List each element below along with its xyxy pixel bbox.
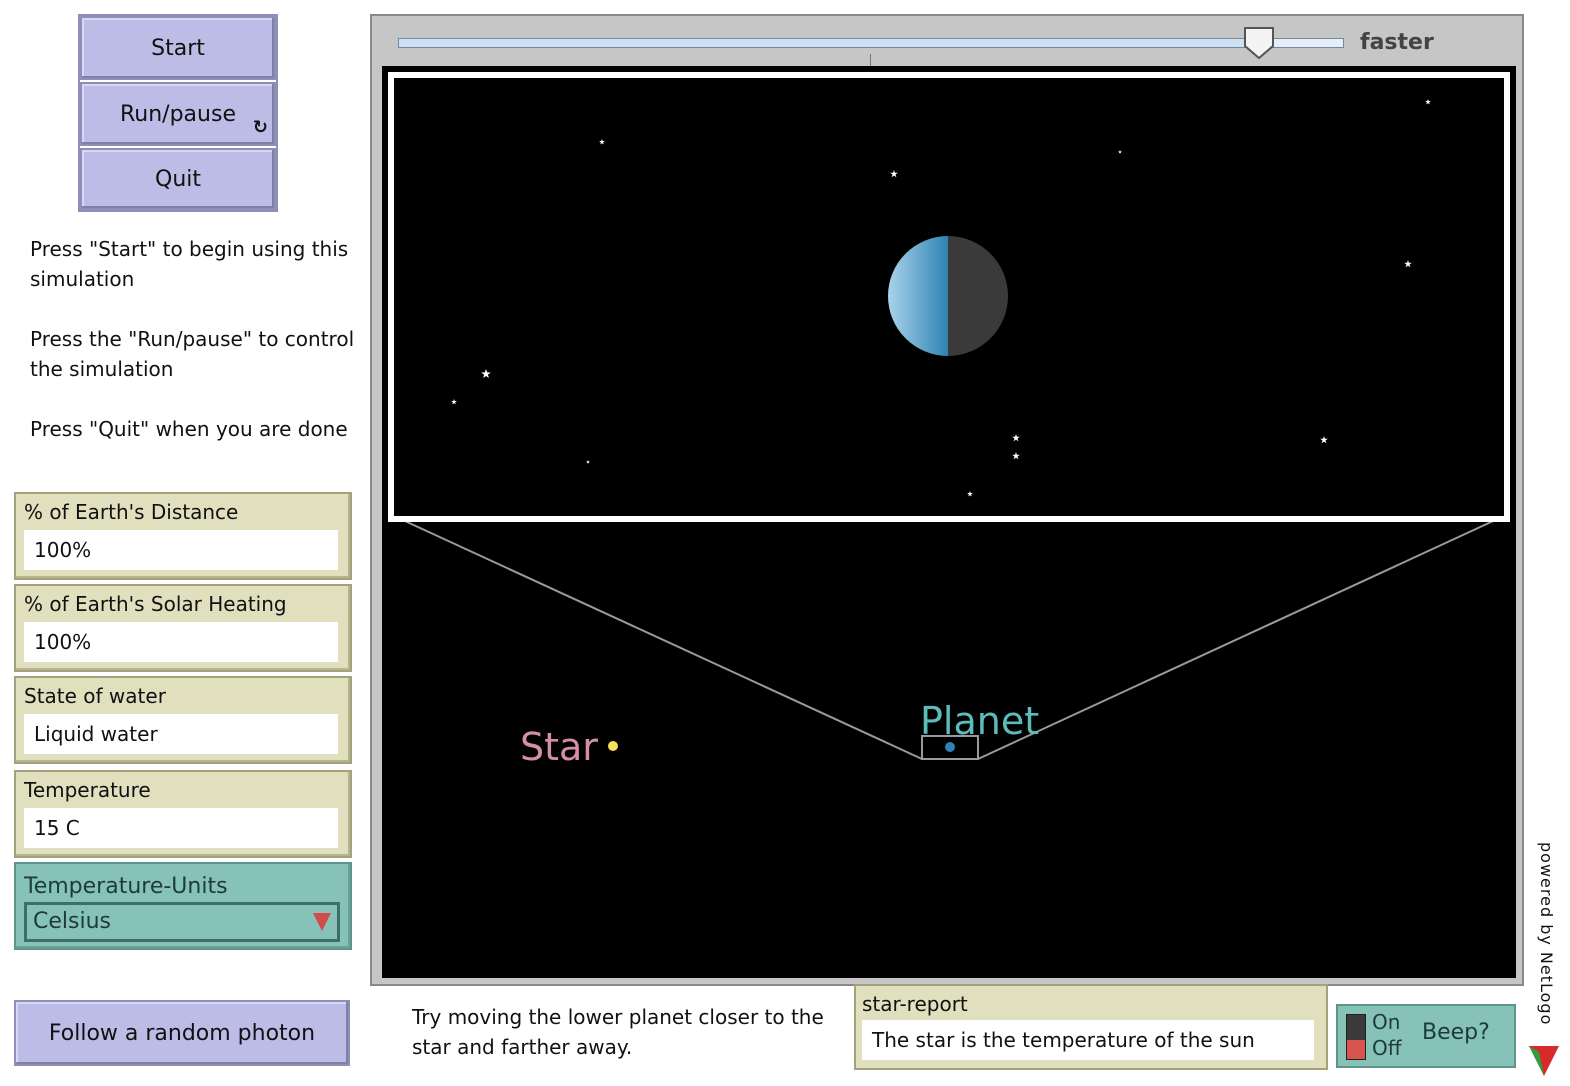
note-line: star and farther away.: [412, 1035, 633, 1059]
star-report-monitor: star-report The star is the temperature …: [854, 984, 1328, 1070]
note-line: Press the "Run/pause" to control: [30, 327, 355, 351]
quit-button-label: Quit: [155, 166, 201, 192]
speed-label: faster: [1360, 30, 1434, 55]
monitor-label: star-report: [862, 992, 968, 1016]
control-button-group: Start Run/pause ↻ Quit: [78, 14, 278, 212]
planet-dot[interactable]: [945, 742, 955, 752]
powered-by-netlogo: powered by NetLogo: [1537, 842, 1556, 1026]
note-line: Try moving the lower planet closer to th…: [412, 1005, 824, 1029]
speed-slider-center-tick: [870, 54, 871, 66]
monitor-value: 100%: [24, 530, 338, 570]
run-pause-button-label: Run/pause: [120, 101, 236, 127]
monitor-label: % of Earth's Distance: [24, 500, 239, 524]
monitor-value: The star is the temperature of the sun: [862, 1020, 1314, 1060]
follow-photon-button-label: Follow a random photon: [48, 1020, 316, 1046]
speed-slider-thumb[interactable]: [1243, 26, 1275, 60]
forever-arrows-icon: ↻: [252, 117, 268, 138]
follow-photon-button[interactable]: Follow a random photon: [14, 1000, 350, 1066]
world-canvas: Star Planet: [382, 66, 1516, 978]
run-instructions-note: Press the "Run/pause" to control the sim…: [30, 324, 354, 384]
switch-knob[interactable]: [1347, 1040, 1365, 1059]
star-label: Star: [520, 725, 598, 769]
temperature-monitor: Temperature 15 C: [14, 770, 352, 858]
monitor-value: 15 C: [24, 808, 338, 848]
note-line: Press "Quit" when you are done: [30, 417, 348, 441]
monitor-value: Liquid water: [24, 714, 338, 754]
run-pause-button[interactable]: Run/pause ↻: [80, 82, 276, 146]
note-line: simulation: [30, 267, 135, 291]
start-instructions-note: Press "Start" to begin using this simula…: [30, 234, 348, 294]
chooser-selected-value[interactable]: Celsius: [24, 902, 340, 942]
switch-on-label: On: [1372, 1010, 1401, 1034]
dropdown-triangle-icon: [313, 913, 331, 931]
monitor-label: State of water: [24, 684, 166, 708]
bottom-instructions-note: Try moving the lower planet closer to th…: [412, 1002, 824, 1062]
speed-slider[interactable]: [398, 38, 1344, 48]
water-state-monitor: State of water Liquid water: [14, 676, 352, 764]
planet-label: Planet: [920, 699, 1039, 743]
monitor-label: % of Earth's Solar Heating: [24, 592, 287, 616]
simulation-view-frame: faster Star Planet: [370, 14, 1524, 986]
quit-instructions-note: Press "Quit" when you are done: [30, 414, 348, 444]
monitor-value: 100%: [24, 622, 338, 662]
beep-switch[interactable]: On Off Beep?: [1336, 1004, 1516, 1068]
solar-heating-monitor: % of Earth's Solar Heating 100%: [14, 584, 352, 672]
distance-monitor: % of Earth's Distance 100%: [14, 492, 352, 580]
chooser-label: Temperature-Units: [24, 874, 228, 899]
note-line: Press "Start" to begin using this: [30, 237, 349, 261]
star-dot[interactable]: [608, 741, 618, 751]
note-line: the simulation: [30, 357, 174, 381]
switch-off-label: Off: [1372, 1036, 1402, 1060]
zoomed-planet: [888, 236, 1008, 356]
start-button-label: Start: [151, 35, 205, 61]
start-button[interactable]: Start: [80, 16, 276, 80]
chooser-value-text: Celsius: [33, 909, 111, 934]
netlogo-logo-icon: [1529, 1046, 1559, 1076]
quit-button[interactable]: Quit: [80, 148, 276, 210]
switch-label: Beep?: [1422, 1020, 1490, 1045]
temperature-units-chooser[interactable]: Temperature-Units Celsius: [14, 862, 352, 950]
speed-slider-fill: [399, 39, 1260, 47]
world-view[interactable]: Star Planet: [382, 66, 1516, 978]
monitor-label: Temperature: [24, 778, 151, 802]
